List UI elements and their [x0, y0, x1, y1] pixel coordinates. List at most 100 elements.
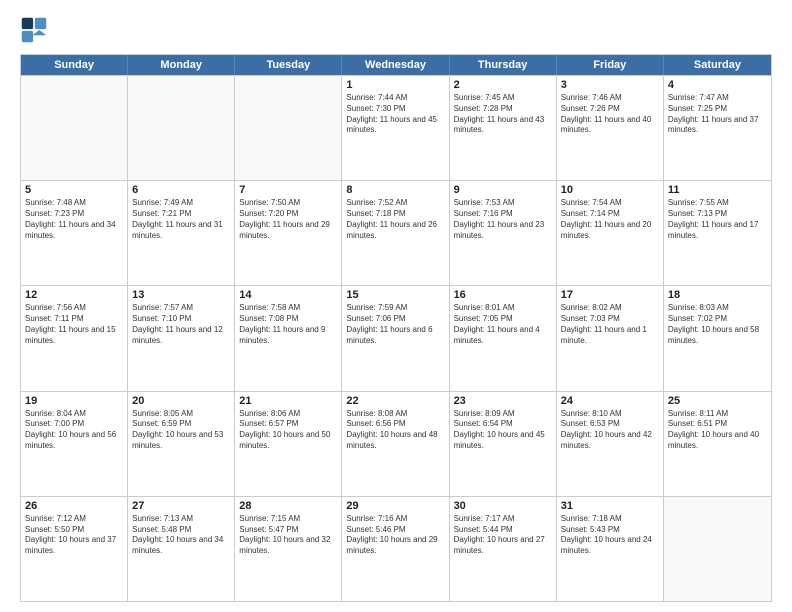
empty-cell-4-6: [664, 497, 771, 601]
day-info: Sunrise: 8:10 AM Sunset: 6:53 PM Dayligh…: [561, 409, 659, 452]
day-info: Sunrise: 8:05 AM Sunset: 6:59 PM Dayligh…: [132, 409, 230, 452]
logo: [20, 16, 52, 44]
empty-cell-0-0: [21, 76, 128, 180]
day-number: 10: [561, 184, 659, 196]
day-info: Sunrise: 8:08 AM Sunset: 6:56 PM Dayligh…: [346, 409, 444, 452]
day-info: Sunrise: 7:55 AM Sunset: 7:13 PM Dayligh…: [668, 198, 767, 241]
day-info: Sunrise: 7:52 AM Sunset: 7:18 PM Dayligh…: [346, 198, 444, 241]
day-cell-16: 16 Sunrise: 8:01 AM Sunset: 7:05 PM Dayli…: [450, 286, 557, 390]
day-cell-7: 7 Sunrise: 7:50 AM Sunset: 7:20 PM Daylig…: [235, 181, 342, 285]
day-cell-25: 25Sunrise: 8:11 AM Sunset: 6:51 PM Dayli…: [664, 392, 771, 496]
day-info: Sunrise: 7:13 AM Sunset: 5:48 PM Dayligh…: [132, 514, 230, 557]
day-cell-13: 13 Sunrise: 7:57 AM Sunset: 7:10 PM Dayli…: [128, 286, 235, 390]
day-info: Sunrise: 7:16 AM Sunset: 5:46 PM Dayligh…: [346, 514, 444, 557]
day-cell-9: 9 Sunrise: 7:53 AM Sunset: 7:16 PM Daylig…: [450, 181, 557, 285]
header-day-friday: Friday: [557, 55, 664, 75]
day-number: 21: [239, 395, 337, 407]
day-info: Sunrise: 8:04 AM Sunset: 7:00 PM Dayligh…: [25, 409, 123, 452]
day-number: 5: [25, 184, 123, 196]
day-info: Sunrise: 7:57 AM Sunset: 7:10 PM Dayligh…: [132, 303, 230, 346]
day-number: 6: [132, 184, 230, 196]
day-cell-26: 26 Sunrise: 7:12 AM Sunset: 5:50 PM Dayli…: [21, 497, 128, 601]
header: [20, 16, 772, 44]
calendar-row-0: 1Sunrise: 7:44 AM Sunset: 7:30 PM Daylig…: [21, 75, 771, 180]
day-info: Sunrise: 8:02 AM Sunset: 7:03 PM Dayligh…: [561, 303, 659, 346]
day-number: 22: [346, 395, 444, 407]
day-number: 9: [454, 184, 552, 196]
day-number: 25: [668, 395, 767, 407]
day-info: Sunrise: 8:01 AM Sunset: 7:05 PM Dayligh…: [454, 303, 552, 346]
day-cell-22: 22 Sunrise: 8:08 AM Sunset: 6:56 PM Dayli…: [342, 392, 449, 496]
day-number: 26: [25, 500, 123, 512]
day-cell-4: 4Sunrise: 7:47 AM Sunset: 7:25 PM Daylig…: [664, 76, 771, 180]
day-number: 23: [454, 395, 552, 407]
day-cell-27: 27 Sunrise: 7:13 AM Sunset: 5:48 PM Dayli…: [128, 497, 235, 601]
day-info: Sunrise: 7:54 AM Sunset: 7:14 PM Dayligh…: [561, 198, 659, 241]
day-cell-6: 6Sunrise: 7:49 AM Sunset: 7:21 PM Daylig…: [128, 181, 235, 285]
day-info: Sunrise: 7:53 AM Sunset: 7:16 PM Dayligh…: [454, 198, 552, 241]
day-info: Sunrise: 7:47 AM Sunset: 7:25 PM Dayligh…: [668, 93, 767, 136]
day-info: Sunrise: 7:50 AM Sunset: 7:20 PM Dayligh…: [239, 198, 337, 241]
day-cell-15: 15Sunrise: 7:59 AM Sunset: 7:06 PM Dayli…: [342, 286, 449, 390]
day-number: 17: [561, 289, 659, 301]
day-info: Sunrise: 7:12 AM Sunset: 5:50 PM Dayligh…: [25, 514, 123, 557]
day-number: 13: [132, 289, 230, 301]
day-info: Sunrise: 8:06 AM Sunset: 6:57 PM Dayligh…: [239, 409, 337, 452]
calendar-header: SundayMondayTuesdayWednesdayThursdayFrid…: [21, 55, 771, 75]
day-number: 11: [668, 184, 767, 196]
day-cell-11: 11 Sunrise: 7:55 AM Sunset: 7:13 PM Dayli…: [664, 181, 771, 285]
day-number: 27: [132, 500, 230, 512]
empty-cell-0-2: [235, 76, 342, 180]
day-cell-10: 10 Sunrise: 7:54 AM Sunset: 7:14 PM Dayli…: [557, 181, 664, 285]
day-info: Sunrise: 7:56 AM Sunset: 7:11 PM Dayligh…: [25, 303, 123, 346]
day-info: Sunrise: 7:58 AM Sunset: 7:08 PM Dayligh…: [239, 303, 337, 346]
day-number: 28: [239, 500, 337, 512]
calendar-row-1: 5 Sunrise: 7:48 AM Sunset: 7:23 PM Daylig…: [21, 180, 771, 285]
day-cell-23: 23 Sunrise: 8:09 AM Sunset: 6:54 PM Dayli…: [450, 392, 557, 496]
day-number: 2: [454, 79, 552, 91]
day-info: Sunrise: 7:45 AM Sunset: 7:28 PM Dayligh…: [454, 93, 552, 136]
page: SundayMondayTuesdayWednesdayThursdayFrid…: [0, 0, 792, 612]
day-number: 15: [346, 289, 444, 301]
day-cell-5: 5 Sunrise: 7:48 AM Sunset: 7:23 PM Daylig…: [21, 181, 128, 285]
day-cell-20: 20 Sunrise: 8:05 AM Sunset: 6:59 PM Dayli…: [128, 392, 235, 496]
day-info: Sunrise: 7:44 AM Sunset: 7:30 PM Dayligh…: [346, 93, 444, 136]
day-number: 20: [132, 395, 230, 407]
day-cell-12: 12 Sunrise: 7:56 AM Sunset: 7:11 PM Dayli…: [21, 286, 128, 390]
empty-cell-0-1: [128, 76, 235, 180]
day-number: 24: [561, 395, 659, 407]
day-number: 16: [454, 289, 552, 301]
day-cell-2: 2 Sunrise: 7:45 AM Sunset: 7:28 PM Daylig…: [450, 76, 557, 180]
day-number: 7: [239, 184, 337, 196]
day-cell-1: 1Sunrise: 7:44 AM Sunset: 7:30 PM Daylig…: [342, 76, 449, 180]
calendar-row-2: 12 Sunrise: 7:56 AM Sunset: 7:11 PM Dayli…: [21, 285, 771, 390]
calendar-row-3: 19 Sunrise: 8:04 AM Sunset: 7:00 PM Dayli…: [21, 391, 771, 496]
day-info: Sunrise: 7:15 AM Sunset: 5:47 PM Dayligh…: [239, 514, 337, 557]
day-number: 14: [239, 289, 337, 301]
day-number: 3: [561, 79, 659, 91]
day-number: 31: [561, 500, 659, 512]
day-number: 18: [668, 289, 767, 301]
day-number: 12: [25, 289, 123, 301]
calendar-body: 1Sunrise: 7:44 AM Sunset: 7:30 PM Daylig…: [21, 75, 771, 601]
day-info: Sunrise: 8:09 AM Sunset: 6:54 PM Dayligh…: [454, 409, 552, 452]
day-cell-31: 31 Sunrise: 7:18 AM Sunset: 5:43 PM Dayli…: [557, 497, 664, 601]
header-day-monday: Monday: [128, 55, 235, 75]
day-cell-18: 18Sunrise: 8:03 AM Sunset: 7:02 PM Dayli…: [664, 286, 771, 390]
header-day-sunday: Sunday: [21, 55, 128, 75]
day-cell-24: 24 Sunrise: 8:10 AM Sunset: 6:53 PM Dayli…: [557, 392, 664, 496]
calendar-row-4: 26 Sunrise: 7:12 AM Sunset: 5:50 PM Dayli…: [21, 496, 771, 601]
day-number: 19: [25, 395, 123, 407]
day-cell-21: 21 Sunrise: 8:06 AM Sunset: 6:57 PM Dayli…: [235, 392, 342, 496]
day-number: 30: [454, 500, 552, 512]
day-info: Sunrise: 7:17 AM Sunset: 5:44 PM Dayligh…: [454, 514, 552, 557]
day-cell-3: 3Sunrise: 7:46 AM Sunset: 7:26 PM Daylig…: [557, 76, 664, 180]
logo-icon: [20, 16, 48, 44]
day-cell-28: 28 Sunrise: 7:15 AM Sunset: 5:47 PM Dayli…: [235, 497, 342, 601]
day-info: Sunrise: 7:48 AM Sunset: 7:23 PM Dayligh…: [25, 198, 123, 241]
header-day-thursday: Thursday: [450, 55, 557, 75]
day-cell-29: 29Sunrise: 7:16 AM Sunset: 5:46 PM Dayli…: [342, 497, 449, 601]
header-day-wednesday: Wednesday: [342, 55, 449, 75]
header-day-saturday: Saturday: [664, 55, 771, 75]
day-info: Sunrise: 7:18 AM Sunset: 5:43 PM Dayligh…: [561, 514, 659, 557]
